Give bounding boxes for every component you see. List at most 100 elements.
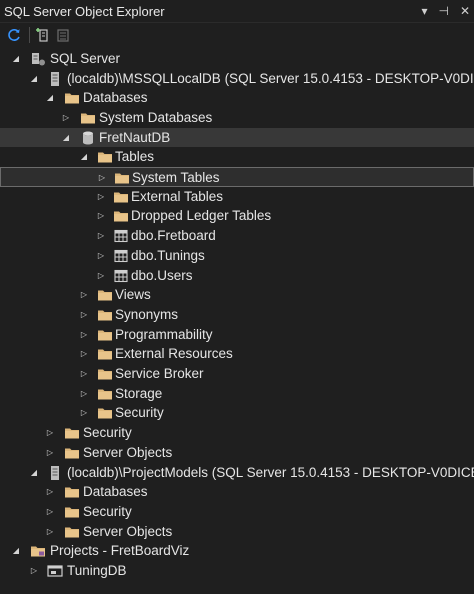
- collapsed-arrow-icon[interactable]: ▷: [95, 187, 107, 206]
- collapsed-arrow-icon[interactable]: ▷: [78, 403, 90, 422]
- expanded-arrow-icon[interactable]: ◢: [60, 128, 72, 147]
- close-icon[interactable]: ✕: [460, 0, 470, 23]
- tree-node-label: Databases: [83, 484, 148, 500]
- projects-folder-icon: [30, 543, 46, 559]
- tree-node-label: Security: [115, 405, 164, 421]
- tree-node[interactable]: ◢ Databases: [0, 88, 474, 108]
- tree-node-label: Views: [115, 287, 151, 303]
- tree-node-label: Synonyms: [115, 306, 179, 322]
- tree-node-label: Dropped Ledger Tables: [131, 208, 272, 224]
- tree-node[interactable]: ▷ System Tables: [0, 167, 474, 187]
- tree-node[interactable]: ▷ Storage: [0, 384, 474, 404]
- tree-node-label: Service Broker: [115, 366, 204, 381]
- tree-node[interactable]: ▷ dbo.Fretboard: [0, 226, 474, 246]
- collapsed-arrow-icon[interactable]: ▷: [44, 423, 56, 442]
- expanded-arrow-icon[interactable]: ◢: [78, 147, 90, 166]
- table-icon: [113, 248, 129, 264]
- expanded-arrow-icon[interactable]: ◢: [10, 541, 22, 560]
- tree-node[interactable]: ▷ Programmability: [0, 325, 474, 345]
- sql-server-icon: [30, 51, 46, 67]
- tree-node[interactable]: ◢ Projects - FretBoardViz: [0, 541, 474, 561]
- tree-node-label: Storage: [115, 385, 163, 401]
- collapsed-arrow-icon[interactable]: ▷: [44, 502, 56, 521]
- folder-icon: [97, 327, 113, 343]
- folder-icon: [64, 425, 80, 441]
- collapsed-arrow-icon[interactable]: ▷: [44, 522, 56, 541]
- dropdown-icon[interactable]: ▾: [421, 0, 427, 23]
- tree-node-label: External Tables: [131, 188, 224, 204]
- expanded-arrow-icon[interactable]: ◢: [10, 49, 22, 68]
- pin-icon[interactable]: ⊣: [438, 0, 448, 23]
- expanded-arrow-icon[interactable]: ◢: [28, 69, 40, 88]
- server-icon: [47, 465, 63, 481]
- tree-node[interactable]: ◢ FretNautDB: [0, 127, 474, 148]
- collapsed-arrow-icon[interactable]: ▷: [78, 384, 90, 403]
- folder-icon: [97, 287, 113, 303]
- folder-icon: [97, 405, 113, 421]
- folder-icon: [97, 307, 113, 323]
- collapsed-arrow-icon[interactable]: ▷: [96, 168, 108, 187]
- tree-node[interactable]: ▷ Databases: [0, 482, 474, 502]
- tree-node[interactable]: ▷ Server Objects: [0, 522, 474, 542]
- tree-node-label: Databases: [83, 90, 148, 106]
- tree-node[interactable]: ▷ System Databases: [0, 108, 474, 128]
- collapsed-arrow-icon[interactable]: ▷: [60, 108, 72, 127]
- collapsed-arrow-icon[interactable]: ▷: [95, 246, 107, 265]
- tree-node[interactable]: ▷ TuningDB: [0, 561, 474, 581]
- folder-icon: [80, 110, 96, 126]
- tree-node[interactable]: ◢ Tables: [0, 147, 474, 167]
- refresh-button[interactable]: [5, 26, 23, 44]
- folder-icon: [113, 208, 129, 224]
- tree-node-label: (localdb)\MSSQLLocalDB (SQL Server 15.0.…: [67, 70, 474, 86]
- tree-node[interactable]: ▷ External Tables: [0, 187, 474, 207]
- folder-icon: [64, 90, 80, 106]
- folder-icon: [97, 346, 113, 362]
- collapsed-arrow-icon[interactable]: ▷: [78, 344, 90, 363]
- folder-icon: [64, 524, 80, 540]
- tree-node-label: dbo.Users: [131, 267, 193, 283]
- tree-node[interactable]: ▷ Views: [0, 285, 474, 305]
- tree-node-label: FretNautDB: [99, 129, 171, 145]
- tree-node[interactable]: ▷ dbo.Tunings: [0, 246, 474, 266]
- folder-icon: [64, 445, 80, 461]
- tree-node[interactable]: ◢ SQL Server: [0, 49, 474, 69]
- tree-node[interactable]: ▷ Security: [0, 403, 474, 423]
- tree-node-label: External Resources: [115, 346, 233, 362]
- folder-icon: [114, 170, 130, 186]
- tree-node[interactable]: ▷ Security: [0, 423, 474, 443]
- collapsed-arrow-icon[interactable]: ▷: [44, 443, 56, 462]
- collapsed-arrow-icon[interactable]: ▷: [44, 482, 56, 501]
- table-icon: [113, 228, 129, 244]
- title-controls: ▾ ⊣ ✕: [421, 0, 470, 23]
- tree-node-label: dbo.Fretboard: [131, 228, 216, 244]
- toolbar: [0, 23, 474, 47]
- tree-node[interactable]: ▷ Security: [0, 502, 474, 522]
- tree-node-label: (localdb)\ProjectModels (SQL Server 15.0…: [67, 464, 474, 480]
- server-icon: [47, 71, 63, 87]
- tree-node[interactable]: ◢ (localdb)\ProjectModels (SQL Server 15.…: [0, 463, 474, 483]
- tree-node[interactable]: ◢ (localdb)\MSSQLLocalDB (SQL Server 15.0…: [0, 69, 474, 89]
- collapsed-arrow-icon[interactable]: ▷: [78, 305, 90, 324]
- tree-node[interactable]: ▷ Server Objects: [0, 443, 474, 463]
- tree-node[interactable]: ▷ Synonyms: [0, 305, 474, 325]
- object-explorer-panel: SQL Server Object Explorer ▾ ⊣ ✕ ◢ SQL Se…: [0, 0, 474, 594]
- collapsed-arrow-icon[interactable]: ▷: [95, 266, 107, 285]
- disconnect-icon: [55, 27, 71, 43]
- collapsed-arrow-icon[interactable]: ▷: [78, 325, 90, 344]
- collapsed-arrow-icon[interactable]: ▷: [95, 226, 107, 245]
- folder-icon: [64, 484, 80, 500]
- tree-node[interactable]: ▷ dbo.Users: [0, 266, 474, 286]
- disconnect-button[interactable]: [54, 26, 72, 44]
- collapsed-arrow-icon[interactable]: ▷: [78, 285, 90, 304]
- expanded-arrow-icon[interactable]: ◢: [28, 463, 40, 482]
- tree-node[interactable]: ▷ Service Broker: [0, 364, 474, 384]
- tree-node[interactable]: ▷ External Resources: [0, 344, 474, 364]
- add-connection-button[interactable]: [34, 26, 52, 44]
- collapsed-arrow-icon[interactable]: ▷: [95, 206, 107, 225]
- tree-node[interactable]: ▷ Dropped Ledger Tables: [0, 206, 474, 226]
- database-icon: [80, 130, 96, 146]
- folder-icon: [97, 366, 113, 382]
- collapsed-arrow-icon[interactable]: ▷: [78, 364, 90, 383]
- expanded-arrow-icon[interactable]: ◢: [44, 88, 56, 107]
- collapsed-arrow-icon[interactable]: ▷: [28, 561, 40, 580]
